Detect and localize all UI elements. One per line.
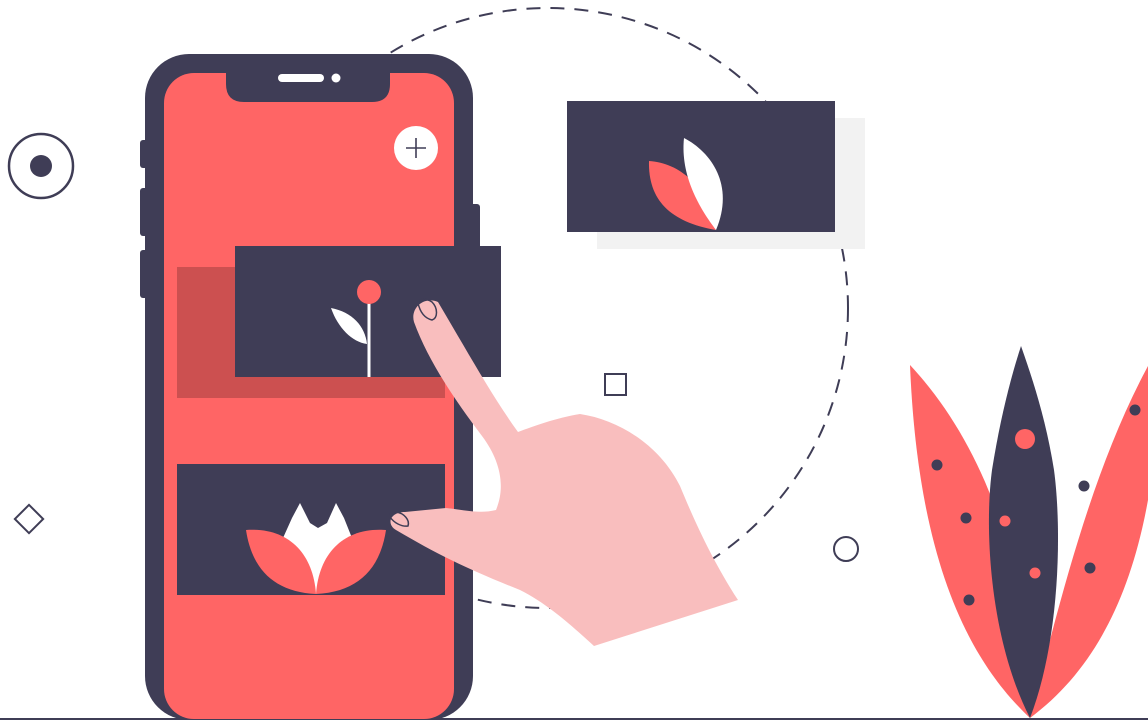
phone-illustration xyxy=(0,7,1148,720)
illustration-stage xyxy=(0,0,1148,724)
floating-card xyxy=(567,101,865,249)
target-circle-icon xyxy=(7,132,75,200)
circle-icon xyxy=(833,536,859,562)
phone-speaker xyxy=(278,74,324,82)
plant-icon xyxy=(910,346,1148,718)
add-button[interactable] xyxy=(394,126,438,170)
phone xyxy=(140,54,480,720)
phone-camera xyxy=(331,73,341,83)
diamond-icon xyxy=(13,503,45,535)
square-icon xyxy=(604,373,627,396)
